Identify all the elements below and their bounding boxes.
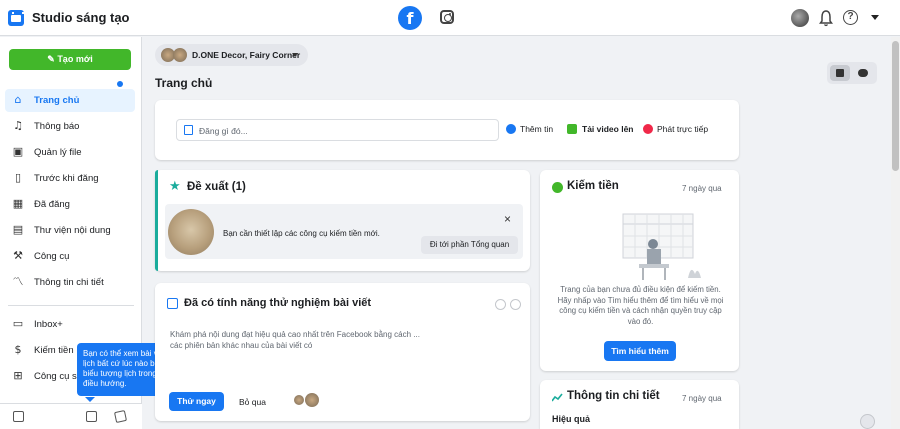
insights-icon: 〽 — [12, 275, 24, 288]
create-button[interactable]: ✎ Tạo mới — [9, 49, 131, 70]
monetization-title: Kiếm tiền — [567, 180, 619, 192]
video-upload-icon — [567, 124, 577, 134]
monetization-description: Trang của bạn chưa đủ điều kiện để kiếm … — [557, 285, 724, 326]
sidebar-item-label: Thông tin chi tiết — [34, 277, 104, 288]
instagram-icon[interactable] — [440, 10, 454, 24]
star-icon: ★ — [169, 179, 181, 194]
suggestion-text: Bạn cần thiết lập các công cụ kiếm tiền … — [223, 229, 380, 238]
tools-icon: ⚒ — [13, 249, 23, 262]
sidebar-item-label: Thông báo — [34, 121, 80, 132]
scrollbar[interactable] — [891, 37, 900, 429]
file-manager-icon: ▣ — [12, 145, 24, 158]
sidebar-item-label: Inbox+ — [34, 319, 63, 330]
sidebar-item-inbox[interactable]: ▭ Inbox+ — [5, 313, 135, 336]
insights-subheading: Hiệu quả — [552, 414, 591, 424]
go-live-button[interactable]: Phát trực tiếp — [657, 124, 708, 134]
sidebar-item-insights[interactable]: 〽 Thông tin chi tiết — [5, 271, 135, 294]
close-icon[interactable]: × — [504, 212, 511, 226]
facebook-icon[interactable]: f — [398, 6, 422, 30]
inbox-icon: ▭ — [12, 317, 24, 330]
suggestion-item: Bạn cần thiết lập các công cụ kiếm tiền … — [165, 204, 523, 259]
post-composer-placeholder: Đăng gì đó... — [199, 126, 248, 136]
add-story-icon — [506, 124, 516, 134]
page-title: Trang chủ — [155, 76, 213, 90]
sidebar-item-home[interactable]: ⌂ Trang chủ — [5, 89, 135, 112]
sidebar-item-label: Đã đăng — [34, 199, 70, 210]
insights-title: Thông tin chi tiết — [567, 390, 660, 402]
calendar-view-icon[interactable] — [86, 411, 97, 422]
suggestion-title: Đề xuất (1) — [187, 181, 246, 193]
content-library-icon: ▤ — [12, 223, 24, 236]
insights-chart-icon — [552, 393, 563, 402]
list-view-icon[interactable] — [113, 409, 128, 424]
draft-icon: ▯ — [14, 171, 22, 184]
page-selector-label: D.ONE Decor, Fairy Corner — [192, 50, 301, 60]
notification-dot — [117, 81, 123, 87]
sidebar-item-label: Công cụ — [34, 251, 70, 262]
go-to-overview-button[interactable]: Đi tới phần Tổng quan — [421, 236, 518, 254]
gaming-view-button[interactable] — [853, 65, 873, 81]
sidebar-item-notifications[interactable]: ♫ Thông báo — [5, 115, 135, 138]
experiment-description: Khám phá nội dung đạt hiệu quả cao nhất … — [170, 330, 420, 350]
scrollbar-thumb[interactable] — [892, 41, 899, 171]
sidebar-item-label: Trước khi đăng — [34, 173, 99, 184]
page-selector[interactable]: D.ONE Decor, Fairy Corner — [155, 44, 308, 66]
sidebar-item-file-manager[interactable]: ▣ Quản lý file — [5, 141, 135, 164]
try-now-button[interactable]: Thử ngay — [169, 392, 224, 411]
upload-video-button[interactable]: Tải video lên — [582, 124, 634, 134]
monetization-illustration — [622, 213, 701, 280]
published-icon: ▦ — [12, 197, 24, 210]
sidebar-toggle-icon[interactable] — [13, 411, 24, 422]
sidebar-divider — [8, 305, 134, 306]
top-bar: Studio sáng tạo f ? — [0, 0, 900, 36]
notification-bell-icon[interactable] — [819, 9, 833, 27]
dashboard-view-button[interactable] — [830, 65, 850, 81]
creator-tools-icon: ⊞ — [13, 369, 23, 382]
learn-more-button[interactable]: Tìm hiểu thêm — [604, 341, 676, 361]
page-avatar — [173, 48, 187, 62]
add-story-button[interactable]: Thêm tin — [520, 124, 553, 134]
app-title: Studio sáng tạo — [32, 10, 130, 25]
experiment-title: Đã có tính năng thử nghiệm bài viết — [184, 297, 372, 309]
live-icon — [643, 124, 653, 134]
carousel-prev-button[interactable] — [495, 299, 506, 310]
page-avatar — [294, 395, 304, 405]
help-icon[interactable]: ? — [843, 10, 858, 25]
view-toggle — [827, 62, 877, 84]
money-icon — [552, 182, 563, 193]
monetization-timeframe: 7 ngày qua — [682, 184, 722, 193]
create-button-label: Tạo mới — [57, 54, 93, 64]
dashboard-icon — [836, 69, 844, 77]
sidebar-item-drafts[interactable]: ▯ Trước khi đăng — [5, 167, 135, 190]
sidebar-item-content-library[interactable]: ▤ Thư viện nội dung — [5, 219, 135, 242]
suggestion-thumbnail — [168, 209, 214, 255]
sidebar-item-label: Quản lý file — [34, 147, 82, 158]
calendar-icon[interactable] — [8, 10, 24, 26]
insights-timeframe: 7 ngày qua — [682, 394, 722, 403]
tooltip-tail — [85, 397, 95, 402]
home-icon: ⌂ — [14, 93, 22, 106]
bell-icon: ♫ — [13, 119, 23, 132]
skip-button[interactable]: Bỏ qua — [239, 397, 266, 407]
monetization-icon: $ — [14, 343, 22, 356]
carousel-next-button[interactable] — [510, 299, 521, 310]
sidebar-footer — [0, 403, 142, 429]
suggestion-accent — [155, 170, 158, 271]
feedback-icon[interactable] — [860, 414, 875, 429]
sidebar-item-label: Kiếm tiền — [34, 345, 74, 356]
chevron-down-icon — [292, 53, 298, 57]
account-caret-icon[interactable] — [871, 15, 879, 20]
sidebar-item-label: Trang chủ — [34, 95, 80, 106]
post-composer-input[interactable]: Đăng gì đó... — [176, 119, 499, 141]
sidebar-item-label: Công cụ s — [34, 371, 77, 382]
experiment-icon — [167, 298, 178, 309]
edit-icon — [184, 125, 193, 135]
sidebar-item-label: Thư viện nội dung — [34, 225, 111, 236]
sidebar-item-tools[interactable]: ⚒ Công cụ — [5, 245, 135, 268]
page-avatar — [305, 393, 319, 407]
gamepad-icon — [858, 69, 868, 77]
avatar[interactable] — [791, 9, 809, 27]
sidebar-item-published[interactable]: ▦ Đã đăng — [5, 193, 135, 216]
